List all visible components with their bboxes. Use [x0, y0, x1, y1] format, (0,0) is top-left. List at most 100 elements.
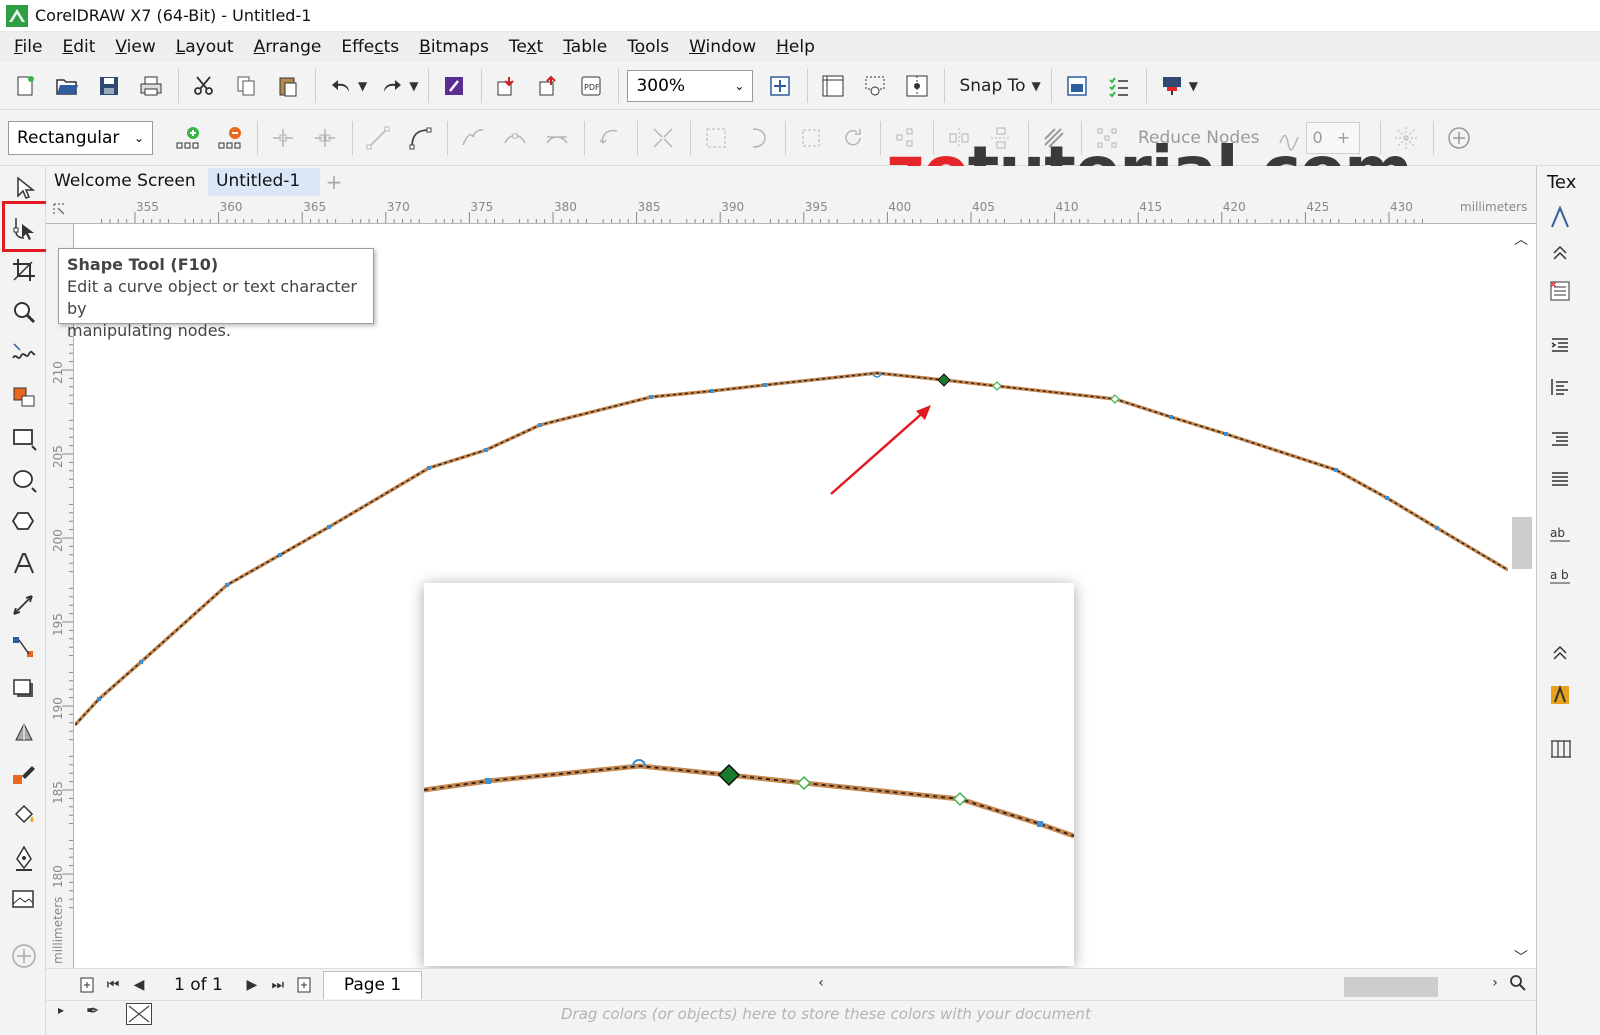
quick-customize-button[interactable] — [1442, 121, 1476, 155]
save-button[interactable] — [92, 69, 126, 103]
paragraph-spacing-icon[interactable] — [1543, 462, 1577, 496]
insert-page-before-button[interactable] — [74, 972, 100, 998]
menu-item-arrange[interactable]: Arrange — [244, 37, 332, 57]
polygon-tool[interactable] — [6, 504, 42, 540]
scroll-left-icon[interactable]: ‹ — [810, 975, 832, 991]
full-screen-preview-button[interactable] — [763, 69, 797, 103]
reverse-direction-button[interactable] — [593, 121, 627, 155]
next-page-button[interactable]: ▶ — [239, 972, 265, 998]
rectangle-tool[interactable] — [6, 420, 42, 456]
snap-to-button[interactable]: Snap To — [959, 76, 1025, 96]
selected-node[interactable] — [937, 373, 951, 387]
last-page-button[interactable]: ⏭ — [265, 972, 291, 998]
new-document-button[interactable] — [8, 69, 42, 103]
outline-pen-tool[interactable] — [6, 840, 42, 876]
line-spacing-icon[interactable] — [1543, 422, 1577, 456]
convert-to-line-button[interactable] — [361, 121, 395, 155]
dimension-tool[interactable] — [6, 588, 42, 624]
curve-node[interactable] — [484, 448, 488, 452]
publish-pdf-button[interactable]: PDF — [574, 69, 608, 103]
frame-text-icon[interactable] — [1543, 678, 1577, 712]
menu-item-edit[interactable]: Edit — [52, 37, 105, 57]
no-color-swatch[interactable] — [126, 1003, 152, 1025]
redo-dropdown-icon[interactable]: ▼ — [409, 79, 418, 93]
import-button[interactable] — [490, 69, 524, 103]
open-button[interactable] — [50, 69, 84, 103]
first-page-button[interactable]: ⏮ — [100, 972, 126, 998]
color-eyedropper-tool[interactable] — [6, 756, 42, 792]
extract-subpath-button[interactable] — [699, 121, 733, 155]
stretch-nodes-button[interactable] — [794, 121, 828, 155]
add-nodes-button[interactable] — [171, 121, 205, 155]
zoom-level-select[interactable]: 300% ⌄ — [627, 69, 754, 102]
delete-nodes-button[interactable] — [213, 121, 247, 155]
eyedropper-icon[interactable]: ✒ — [86, 1001, 99, 1020]
undo-button[interactable] — [324, 69, 358, 103]
break-curve-button[interactable] — [308, 121, 342, 155]
cut-button[interactable] — [187, 69, 221, 103]
curve-node[interactable] — [1224, 432, 1228, 436]
symmetrical-node-button[interactable] — [540, 121, 574, 155]
copy-button[interactable] — [229, 69, 263, 103]
horizontal-ruler[interactable]: 355 360 365 370 375 380 385 390 395 400 405 410 415 4… — [46, 196, 1536, 224]
connector-tool[interactable] — [6, 630, 42, 666]
ruler-origin-corner[interactable] — [46, 196, 74, 223]
menu-item-tools[interactable]: Tools — [617, 37, 679, 57]
live-sketch-tool[interactable] — [6, 882, 42, 918]
collapse-section-icon[interactable] — [1543, 236, 1577, 270]
curve-node[interactable] — [710, 389, 714, 393]
curve-node[interactable] — [225, 583, 229, 587]
tab-untitled-1[interactable]: Untitled-1 — [208, 168, 320, 196]
scroll-right-icon[interactable]: › — [1484, 975, 1506, 991]
search-content-button[interactable] — [437, 69, 471, 103]
menu-item-view[interactable]: View — [105, 37, 165, 57]
zoom-tool[interactable] — [6, 294, 42, 330]
navigator-button[interactable] — [1508, 973, 1528, 997]
menu-item-bitmaps[interactable]: Bitmaps — [409, 37, 499, 57]
palette-menu-icon[interactable]: ▸ — [58, 1003, 64, 1017]
horizontal-scroll-thumb[interactable] — [1344, 977, 1438, 997]
character-spacing-icon[interactable]: ab — [1543, 516, 1577, 550]
export-button[interactable] — [532, 69, 566, 103]
text-tool[interactable] — [6, 546, 42, 582]
application-launcher-button[interactable] — [1155, 69, 1189, 103]
columns-icon[interactable] — [1543, 732, 1577, 766]
show-rulers-button[interactable] — [816, 69, 850, 103]
close-curve-button[interactable] — [741, 121, 775, 155]
convert-to-curve-button[interactable] — [403, 121, 437, 155]
menu-item-table[interactable]: Table — [553, 37, 617, 57]
curve-node[interactable] — [1435, 526, 1439, 530]
curve-node[interactable] — [327, 525, 331, 529]
menu-item-effects[interactable]: Effects — [331, 37, 409, 57]
curve-node[interactable] — [278, 553, 282, 557]
tab-welcome-screen[interactable]: Welcome Screen — [46, 168, 208, 196]
show-grid-button[interactable] — [858, 69, 892, 103]
text-properties-icon[interactable] — [1543, 200, 1577, 234]
smooth-node-button[interactable] — [498, 121, 532, 155]
quick-customize-tools-button[interactable] — [6, 938, 42, 974]
curve-node[interactable] — [763, 383, 767, 387]
collapse-section-icon[interactable] — [1543, 636, 1577, 670]
curve-node[interactable] — [427, 466, 431, 470]
curve-node[interactable] — [97, 697, 101, 701]
ellipse-tool[interactable] — [6, 462, 42, 498]
menu-item-help[interactable]: Help — [766, 37, 825, 57]
curve-node[interactable] — [139, 660, 143, 664]
print-button[interactable] — [134, 69, 168, 103]
crop-tool[interactable] — [6, 252, 42, 288]
scroll-down-icon[interactable]: ﹀ — [1510, 947, 1532, 967]
curve-node[interactable] — [538, 423, 542, 427]
align-left-icon[interactable] — [1543, 370, 1577, 404]
rotate-nodes-button[interactable] — [836, 121, 870, 155]
curve-node[interactable] — [992, 381, 1002, 391]
undo-dropdown-icon[interactable]: ▼ — [358, 79, 367, 93]
join-nodes-button[interactable] — [266, 121, 300, 155]
vertical-scrollbar[interactable]: ︿ ﹀ — [1508, 225, 1536, 968]
insert-page-after-button[interactable] — [291, 972, 317, 998]
word-spacing-icon[interactable]: ab — [1543, 558, 1577, 592]
scroll-up-icon[interactable]: ︿ — [1510, 229, 1532, 249]
previous-page-button[interactable]: ◀ — [126, 972, 152, 998]
redo-button[interactable] — [375, 69, 409, 103]
menu-item-text[interactable]: Text — [499, 37, 553, 57]
paste-button[interactable] — [271, 69, 305, 103]
